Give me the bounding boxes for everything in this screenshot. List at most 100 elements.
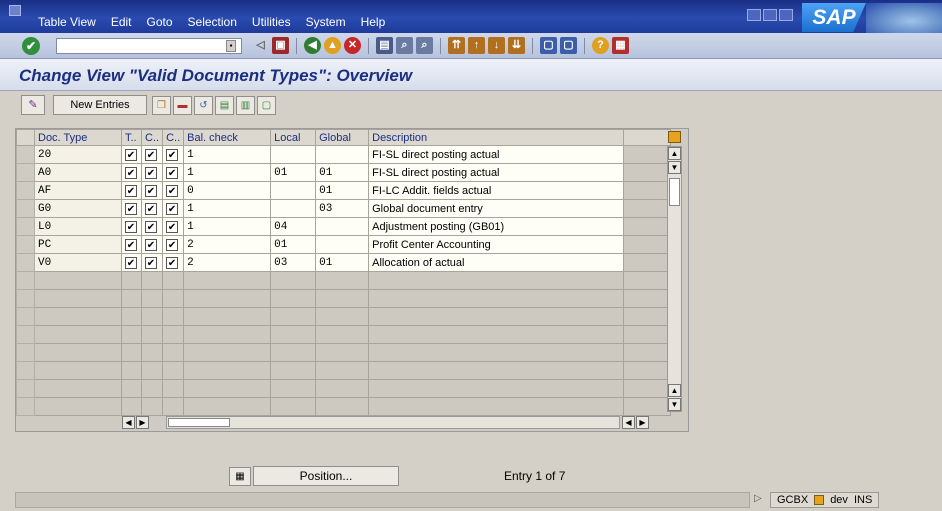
doc-type-cell[interactable]: AF [34,181,122,200]
row-selector[interactable] [16,163,35,182]
column-header-local[interactable]: Local [270,129,317,146]
checkbox-cell[interactable]: ✔ [162,199,185,218]
column-header-doc-type[interactable]: Doc. Type [34,129,122,146]
checkbox-cell[interactable]: ✔ [121,253,142,272]
global-cell[interactable] [315,235,370,254]
row-selector[interactable] [16,325,35,344]
enter-check-icon[interactable]: ✔ [22,37,40,55]
row-selector[interactable] [16,253,35,272]
horizontal-scroll-thumb[interactable] [168,418,230,427]
menu-help[interactable]: Help [361,15,386,29]
scroll-down-bottom-icon[interactable]: ▼ [668,398,681,411]
bal-check-cell[interactable]: 2 [183,253,272,272]
checkbox[interactable]: ✔ [145,202,157,215]
checkbox[interactable]: ✔ [145,184,157,197]
checkbox[interactable]: ✔ [145,238,157,251]
system-info[interactable]: GCBX dev INS [770,492,880,508]
doc-type-cell[interactable]: L0 [34,217,122,236]
checkbox-cell[interactable]: ✔ [140,145,164,164]
select-all-icon[interactable]: ▤ [215,96,234,115]
checkbox[interactable]: ✔ [166,238,179,251]
row-selector[interactable] [16,145,35,164]
exit-icon[interactable]: ▲ [324,37,341,54]
checkbox[interactable]: ✔ [125,256,137,269]
scroll-left-icon[interactable]: ◀ [122,416,135,429]
checkbox[interactable]: ✔ [166,202,179,215]
row-selector[interactable] [16,379,35,398]
back-icon[interactable]: ◀ [304,37,321,54]
checkbox[interactable]: ✔ [166,184,179,197]
global-cell[interactable]: 01 [315,163,370,182]
checkbox-cell[interactable]: ✔ [121,235,142,254]
close-icon[interactable] [779,9,793,21]
checkbox[interactable]: ✔ [125,184,137,197]
column-header-description[interactable]: Description [368,129,625,146]
local-cell[interactable] [270,145,317,164]
checkbox-cell[interactable]: ✔ [140,235,164,254]
checkbox[interactable]: ✔ [125,202,137,215]
vertical-scrollbar[interactable]: ▲ ▼ ▲ ▼ [667,146,682,412]
create-session-icon[interactable]: ▢ [540,37,557,54]
select-all-cell[interactable] [16,129,35,146]
checkbox-cell[interactable]: ✔ [162,253,185,272]
scroll-left-icon[interactable]: ◀ [622,416,635,429]
global-cell[interactable]: 01 [315,181,370,200]
first-page-icon[interactable]: ⇈ [448,37,465,54]
column-header-bal-check[interactable]: Bal. check [183,129,272,146]
row-selector[interactable] [16,199,35,218]
checkbox-cell[interactable]: ✔ [121,217,142,236]
command-history-icon[interactable]: ▪ [226,40,236,52]
description-cell[interactable]: FI-SL direct posting actual [368,163,625,182]
doc-type-cell[interactable]: 20 [34,145,122,164]
save-icon[interactable]: ▣ [272,37,289,54]
menu-edit[interactable]: Edit [111,15,132,29]
checkbox-cell[interactable]: ✔ [162,163,185,182]
previous-page-icon[interactable]: ↑ [468,37,485,54]
undo-change-icon[interactable]: ↺ [194,96,213,115]
scroll-right-icon[interactable]: ▶ [636,416,649,429]
checkbox-cell[interactable]: ✔ [162,145,185,164]
create-shortcut-icon[interactable]: ▢ [560,37,577,54]
column-header-global[interactable]: Global [315,129,370,146]
next-page-icon[interactable]: ↓ [488,37,505,54]
copy-as-icon[interactable]: ❐ [152,96,171,115]
column-header-c1[interactable]: C.. [140,129,164,146]
scroll-up-bottom-icon[interactable]: ▲ [668,384,681,397]
row-selector[interactable] [16,235,35,254]
scroll-right-icon[interactable]: ▶ [136,416,149,429]
description-cell[interactable]: FI-SL direct posting actual [368,145,625,164]
bal-check-cell[interactable]: 1 [183,217,272,236]
status-expand-icon[interactable]: ▷ [754,493,762,504]
row-selector[interactable] [16,217,35,236]
bal-check-cell[interactable]: 0 [183,181,272,200]
print-icon[interactable]: ▤ [376,37,393,54]
checkbox-cell[interactable]: ✔ [162,217,185,236]
delete-icon[interactable]: ▬ [173,96,192,115]
checkbox[interactable]: ✔ [125,238,137,251]
checkbox[interactable]: ✔ [166,256,179,269]
display-change-button[interactable]: ✎ [21,95,45,115]
help-icon[interactable]: ? [592,37,609,54]
bal-check-cell[interactable]: 1 [183,163,272,182]
doc-type-cell[interactable]: G0 [34,199,122,218]
global-cell[interactable]: 01 [315,253,370,272]
menu-goto[interactable]: Goto [147,15,173,29]
description-cell[interactable]: Global document entry [368,199,625,218]
command-field[interactable] [56,38,242,54]
checkbox-cell[interactable]: ✔ [162,235,185,254]
checkbox[interactable]: ✔ [166,166,179,179]
checkbox-cell[interactable]: ✔ [121,181,142,200]
description-cell[interactable]: Allocation of actual [368,253,625,272]
row-selector[interactable] [16,397,35,416]
row-selector[interactable] [16,289,35,308]
checkbox[interactable]: ✔ [145,148,157,161]
checkbox[interactable]: ✔ [145,256,157,269]
doc-type-cell[interactable]: PC [34,235,122,254]
position-icon[interactable]: ▦ [229,467,251,486]
checkbox-cell[interactable]: ✔ [140,163,164,182]
local-cell[interactable] [270,181,317,200]
checkbox[interactable]: ✔ [145,220,157,233]
column-header-t[interactable]: T.. [121,129,142,146]
checkbox-cell[interactable]: ✔ [121,163,142,182]
doc-type-cell[interactable]: V0 [34,253,122,272]
